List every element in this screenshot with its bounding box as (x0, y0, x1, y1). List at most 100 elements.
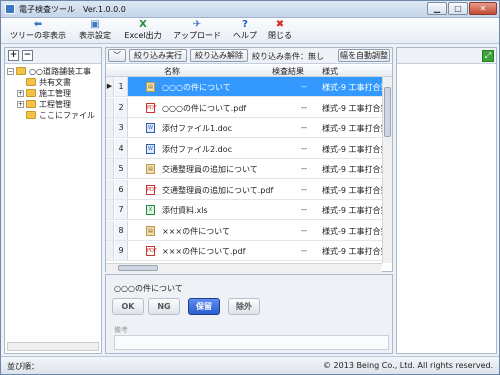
tree-expander-icon[interactable]: + (17, 101, 24, 108)
table-row[interactable]: 9 PDF ×××の件について.pdf -- 様式-9 工事打合簿 (106, 241, 382, 261)
row-number: 6 (115, 179, 128, 199)
toolbar-button-4[interactable]: ? ヘルプ (229, 19, 261, 43)
cell-kind: 様式-9 工事打合簿 (322, 247, 382, 256)
tree-expander-icon[interactable]: − (7, 68, 14, 75)
inspection-detail-panel: ○○○の件について OK NG 保留 除外 備考 (105, 274, 393, 354)
pdf-file-icon: PDF (146, 184, 157, 195)
copyright-text: © 2013 Being Co., Ltd. All rights reserv… (323, 361, 494, 370)
folder-file-icon: ▤ (146, 164, 155, 174)
row-pointer-cell (106, 118, 114, 137)
preview-panel: ⤢ (396, 47, 497, 354)
folder-file-icon: ▤ (146, 225, 155, 236)
tree-node[interactable]: ここにファイル (7, 110, 101, 121)
row-number: 4 (115, 138, 128, 158)
minimize-button[interactable]: ▁ (427, 2, 447, 15)
row-cells: PDF ○○○の件について.pdf -- 様式-9 工事打合簿 (128, 98, 382, 117)
row-cells: W 添付ファイル2.doc -- 様式-9 工事打合簿 (128, 139, 382, 158)
expand-all-button[interactable]: + (8, 50, 19, 61)
tree-header: + − (5, 48, 101, 64)
judgment-button-2[interactable]: 保留 (188, 298, 220, 315)
grid-vscroll-thumb[interactable] (384, 87, 391, 137)
cell-name: 添付資料.xls (162, 206, 208, 215)
close-window-button[interactable]: ✕ (469, 2, 497, 15)
tree-node-label: 工程管理 (39, 100, 71, 109)
tree-node[interactable]: 共有文書 (7, 77, 101, 88)
tree-node[interactable]: + 工程管理 (7, 99, 101, 110)
table-row[interactable]: 3 W 添付ファイル1.doc -- 様式-9 工事打合簿 (106, 118, 382, 138)
expand-icon[interactable]: ⤢ (482, 50, 494, 62)
table-row[interactable]: ▶ 1 ▤ ○○○の件について -- 様式-9 工事打合簿 (106, 77, 382, 97)
toolbar-button-0[interactable]: ⬅ ツリーの非表示 (7, 19, 69, 43)
grid-vertical-scrollbar[interactable] (382, 77, 392, 263)
cell-name: ×××の件について (162, 226, 230, 236)
column-header-kind[interactable]: 様式 (322, 66, 338, 77)
window-title: 電子検査ツール Ver.1.0.0.0 (19, 5, 126, 14)
remarks-label: 備考 (114, 326, 128, 334)
tree-node[interactable]: − ○○道路舗装工事 (7, 66, 101, 77)
judgment-button-3[interactable]: 除外 (228, 298, 260, 315)
grid-horizontal-scrollbar[interactable] (106, 263, 382, 272)
filter-chevron-button[interactable]: ﹀ (108, 49, 126, 62)
folder-icon (26, 78, 36, 86)
row-number: 2 (115, 97, 128, 117)
toolbar-button-2[interactable]: X Excel出力 (121, 19, 165, 43)
excel-icon: X (139, 19, 147, 30)
toolbar-button-1[interactable]: ▣ 表示設定 (73, 19, 117, 43)
grid-hscroll-thumb[interactable] (118, 265, 158, 271)
filter-run-button[interactable]: 絞り込み実行 (129, 49, 187, 62)
judgment-button-0[interactable]: OK (112, 298, 144, 315)
row-pointer-cell (106, 138, 114, 158)
folder-icon (26, 111, 36, 119)
remarks-field[interactable] (114, 335, 389, 350)
title-bar: 電子検査ツール Ver.1.0.0.0 ▁ □ ✕ (1, 1, 499, 18)
row-number: 9 (115, 241, 128, 260)
toolbar: ⬅ ツリーの非表示 ▣ 表示設定 X Excel出力 ✈ アップロード? ヘルプ ✖ 閉じる (1, 18, 499, 44)
tree-expander-icon[interactable]: + (17, 90, 24, 97)
toolbar-button-label: アップロード (173, 31, 221, 40)
document-grid-panel: ﹀ 絞り込み実行 絞り込み解除 絞り込み条件：無し 幅を自動調整 名称 検査結果… (105, 47, 393, 272)
cell-kind: 様式-9 工事打合簿 (322, 206, 382, 215)
cell-name: 添付ファイル1.doc (162, 124, 233, 133)
row-pointer-cell (106, 200, 114, 219)
cell-name: ○○○の件について (162, 83, 231, 92)
table-row[interactable]: 8 ▤ ×××の件について -- 様式-9 工事打合簿 (106, 220, 382, 241)
cell-kind: 様式-9 工事打合簿 (322, 165, 382, 174)
row-number: 8 (115, 220, 128, 240)
row-cells: ▤ ○○○の件について -- 様式-9 工事打合簿 (128, 77, 382, 96)
tree-node[interactable]: + 施工管理 (7, 88, 101, 99)
cell-result: -- (301, 82, 307, 91)
folder-icon (16, 67, 26, 75)
row-pointer-cell (106, 179, 114, 199)
help-icon: ? (242, 19, 248, 30)
filter-bar: ﹀ 絞り込み実行 絞り込み解除 絞り込み条件：無し 幅を自動調整 (106, 48, 392, 64)
table-row[interactable]: 2 PDF ○○○の件について.pdf -- 様式-9 工事打合簿 (106, 97, 382, 118)
row-pointer-cell (106, 220, 114, 240)
tree-node-label: 共有文書 (39, 78, 71, 87)
folder-icon (26, 89, 36, 97)
preview-header: ⤢ (397, 48, 496, 64)
column-header-result[interactable]: 検査結果 (272, 66, 304, 77)
table-row[interactable]: 6 PDF 交通整理員の追加について.pdf -- 様式-9 工事打合簿 (106, 179, 382, 200)
column-header-name[interactable]: 名称 (164, 66, 180, 77)
tree-horizontal-scrollbar[interactable] (7, 342, 99, 351)
table-row[interactable]: 7 X 添付資料.xls -- 様式-9 工事打合簿 (106, 200, 382, 220)
tree-node-label: ここにファイル (39, 111, 95, 120)
table-row[interactable]: 5 ▤ 交通整理員の追加について -- 様式-9 工事打合簿 (106, 159, 382, 179)
toolbar-button-3[interactable]: ✈ アップロード (169, 19, 225, 43)
table-row[interactable]: 4 W 添付ファイル2.doc -- 様式-9 工事打合簿 (106, 138, 382, 159)
arrow-left-icon: ⬅ (33, 19, 43, 30)
cell-name: 交通整理員の追加について.pdf (162, 185, 274, 195)
judgment-button-1[interactable]: NG (148, 298, 180, 315)
monitor-icon: ▣ (90, 19, 100, 30)
tree-node-label: ○○道路舗装工事 (29, 67, 91, 76)
folder-icon (26, 100, 36, 108)
filter-clear-button[interactable]: 絞り込み解除 (190, 49, 248, 62)
cell-result: -- (301, 225, 307, 235)
toolbar-button-5[interactable]: ✖ 閉じる (265, 19, 295, 43)
collapse-all-button[interactable]: − (22, 50, 33, 61)
auto-width-button[interactable]: 幅を自動調整 (338, 49, 390, 62)
cell-kind: 様式-9 工事打合簿 (322, 83, 382, 92)
row-number: 7 (115, 200, 128, 219)
doc-file-icon: W (146, 123, 155, 133)
maximize-button[interactable]: □ (448, 2, 468, 15)
